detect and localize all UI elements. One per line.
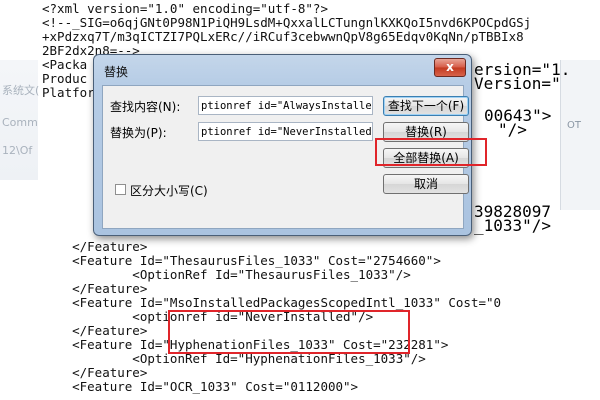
dialog-titlebar[interactable]: 替换 x bbox=[94, 55, 471, 85]
match-case-checkbox[interactable] bbox=[115, 184, 126, 195]
editor-line: </Feature> bbox=[42, 365, 148, 380]
replace-label: 替换为(P): bbox=[110, 126, 167, 140]
close-button[interactable]: x bbox=[434, 58, 466, 77]
code-fragment: _1033"/> bbox=[474, 216, 552, 235]
editor-line: <!--_SIG=o6qjGNt0P98N1PiQH9LsdM+QxxalLCT… bbox=[42, 15, 532, 30]
editor-line: <Feature Id="OCR_1033" Cost="0112000"> bbox=[42, 379, 359, 394]
editor-line: <Packa bbox=[42, 57, 88, 72]
editor-line: Produc bbox=[42, 71, 88, 86]
annotation-highlight-replace-all bbox=[375, 138, 487, 166]
find-label: 查找内容(N): bbox=[110, 100, 181, 114]
editor-line: Platfor bbox=[42, 85, 95, 100]
editor-line: <Feature Id="ThesaurusFiles_1033" Cost="… bbox=[42, 253, 441, 268]
background-text: Comm bbox=[2, 116, 38, 129]
editor-line: </Feature> bbox=[42, 281, 148, 296]
editor-line: <?xml version="1.0" encoding="utf-8"?> bbox=[42, 1, 328, 16]
editor-line: </Feature> bbox=[42, 323, 148, 338]
editor-line: <Feature Id="MsoInstalledPackagesScopedI… bbox=[42, 295, 502, 310]
replace-input[interactable]: ptionref id="NeverInstalled bbox=[198, 122, 373, 141]
find-input[interactable]: ptionref id="AlwaysInstalled bbox=[198, 96, 373, 115]
editor-line: +xPdzxq7T/m3qICTZI7PQLxERc//iRCuf3cebwwn… bbox=[42, 29, 524, 44]
find-next-button[interactable]: 查找下一个(F) bbox=[383, 96, 469, 116]
match-case-label: 区分大小写(C) bbox=[130, 184, 208, 198]
cancel-button[interactable]: 取消 bbox=[383, 174, 469, 194]
background-text: 系统文( bbox=[2, 84, 40, 97]
editor-line: <OptionRef Id="HyphenationFiles_1033"/> bbox=[42, 351, 426, 366]
editor-line: <OptionRef Id="ThesaurusFiles_1033"/> bbox=[42, 267, 411, 282]
background-side-panel: OT bbox=[560, 60, 600, 210]
dialog-title: 替换 bbox=[104, 65, 129, 79]
background-text: 12\Of bbox=[2, 144, 33, 157]
code-fragment: Version=" bbox=[474, 74, 561, 93]
background-text: OT bbox=[567, 120, 581, 131]
code-fragment: "/> bbox=[498, 120, 527, 139]
annotation-highlight-replaced-text bbox=[168, 310, 410, 354]
background-window-strip: 系统文( Comm 12\Of bbox=[0, 60, 40, 180]
editor-line: </Feature> bbox=[42, 239, 148, 254]
close-icon: x bbox=[446, 60, 454, 74]
